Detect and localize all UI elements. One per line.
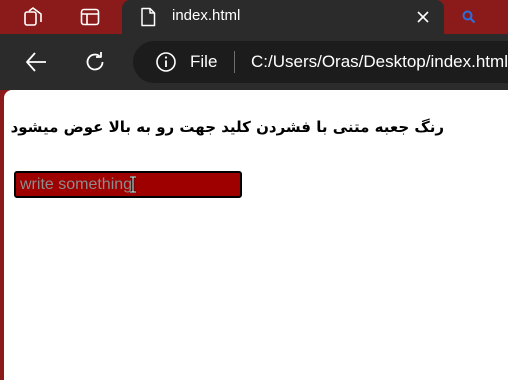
back-arrow-icon <box>26 52 46 72</box>
tab-next[interactable] <box>446 0 508 34</box>
address-divider <box>234 51 235 73</box>
page-heading: رنگ جعبه متنی با فشردن کلید جهت رو به با… <box>10 118 444 136</box>
workspaces-icon <box>24 7 42 26</box>
tab-actions-button[interactable] <box>75 4 105 30</box>
document-icon <box>138 6 158 28</box>
address-bar[interactable]: File C:/Users/Oras/Desktop/index.html <box>133 41 508 83</box>
browser-window: index.html File C:/Users/Oras/Desktop/in… <box>0 0 508 380</box>
tab-title: index.html <box>172 7 241 24</box>
reload-icon <box>86 52 104 71</box>
toolbar: File C:/Users/Oras/Desktop/index.html <box>0 34 508 90</box>
close-icon[interactable] <box>414 8 432 26</box>
search-icon <box>462 10 476 24</box>
back-button[interactable] <box>21 47 51 77</box>
reload-button[interactable] <box>80 47 110 77</box>
scheme-label: File <box>190 52 218 71</box>
page-viewport: رنگ جعبه متنی با فشردن کلید جهت رو به با… <box>4 90 508 380</box>
info-icon[interactable] <box>155 51 177 73</box>
tab-actions-icon <box>80 8 100 26</box>
text-cursor-icon <box>130 176 136 193</box>
workspaces-button[interactable] <box>18 4 48 30</box>
url-text[interactable]: C:/Users/Oras/Desktop/index.html <box>251 52 508 72</box>
tab-active[interactable]: index.html <box>122 0 444 34</box>
tab-strip: index.html <box>0 0 508 34</box>
